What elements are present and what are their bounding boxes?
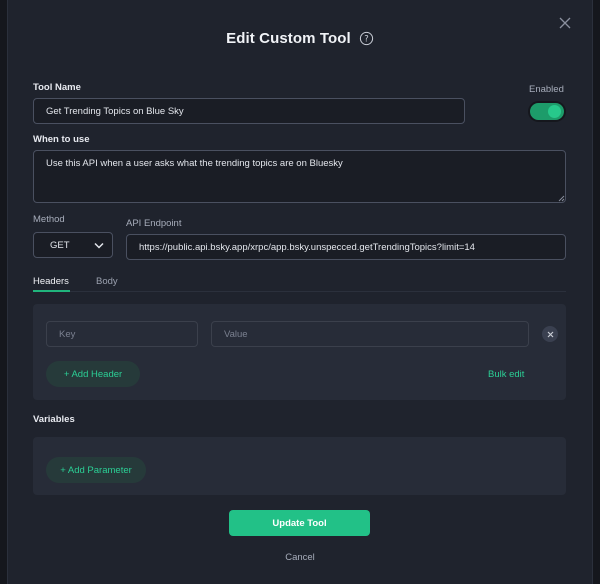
method-value: GET: [50, 239, 70, 251]
modal-title: Edit Custom Tool: [226, 30, 351, 47]
add-parameter-button[interactable]: + Add Parameter: [46, 457, 146, 483]
tool-name-label: Tool Name: [33, 82, 81, 93]
active-tab-indicator: [33, 290, 70, 292]
cancel-button[interactable]: Cancel: [8, 552, 592, 563]
help-icon: ?: [359, 31, 373, 46]
chevron-down-icon: [94, 242, 104, 249]
update-tool-button[interactable]: Update Tool: [229, 510, 370, 536]
remove-header-button[interactable]: [542, 326, 558, 342]
close-icon: [559, 17, 571, 29]
close-icon: [547, 331, 553, 337]
variables-label: Variables: [33, 414, 75, 425]
api-endpoint-label: API Endpoint: [126, 218, 182, 229]
header-key-input[interactable]: Key: [46, 321, 198, 347]
method-select[interactable]: GET: [33, 232, 113, 258]
enabled-label: Enabled: [529, 84, 564, 95]
tab-body[interactable]: Body: [96, 276, 118, 287]
help-button[interactable]: ?: [359, 31, 374, 46]
svg-text:?: ?: [364, 34, 368, 44]
resize-handle-icon[interactable]: [558, 195, 565, 202]
edit-tool-modal: Edit Custom Tool ? Tool Name Get Trendin…: [7, 0, 593, 584]
method-label: Method: [33, 214, 65, 225]
add-header-button[interactable]: + Add Header: [46, 361, 140, 387]
bulk-edit-button[interactable]: Bulk edit: [488, 369, 524, 380]
modal-header: Edit Custom Tool ?: [8, 30, 592, 47]
tool-name-input[interactable]: Get Trending Topics on Blue Sky: [33, 98, 465, 124]
when-to-use-textarea[interactable]: Use this API when a user asks what the t…: [33, 150, 566, 203]
toggle-knob: [548, 105, 561, 118]
enabled-toggle[interactable]: [528, 101, 566, 122]
tab-divider: [33, 291, 566, 292]
when-to-use-label: When to use: [33, 134, 90, 145]
tab-headers[interactable]: Headers: [33, 276, 69, 287]
api-endpoint-input[interactable]: https://public.api.bsky.app/xrpc/app.bsk…: [126, 234, 566, 260]
header-value-input[interactable]: Value: [211, 321, 529, 347]
